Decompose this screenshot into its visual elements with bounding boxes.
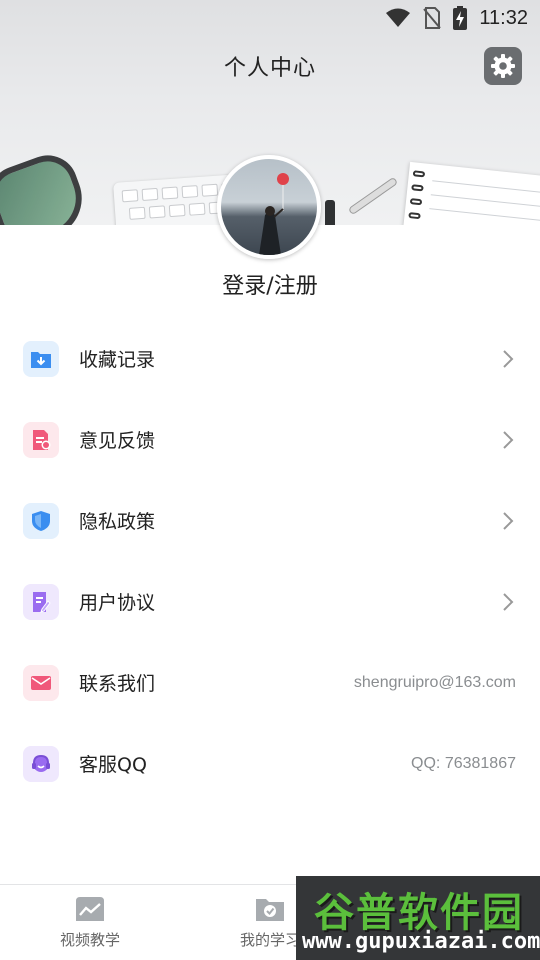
login-register-link[interactable]: 登录/注册	[0, 268, 540, 300]
pen-decoration	[325, 200, 335, 225]
glasses-decoration	[0, 147, 93, 225]
folder-check-icon	[256, 899, 284, 921]
menu-item-label: 意见反馈	[79, 430, 156, 452]
gear-icon	[491, 54, 515, 78]
chevron-right-icon	[503, 430, 514, 449]
menu-item-user-agreement[interactable]: 用户协议	[0, 561, 540, 642]
menu-item-label: 联系我们	[79, 673, 156, 695]
shield-icon	[23, 502, 59, 539]
agreement-document-icon	[23, 583, 59, 620]
tab-label: 视频教学	[59, 931, 120, 949]
contact-email-value: shengruipro@163.com	[353, 673, 516, 691]
headset-icon	[23, 745, 59, 782]
chart-icon	[76, 897, 104, 921]
feedback-document-icon	[23, 421, 59, 458]
mail-icon	[23, 664, 59, 701]
menu-list: 收藏记录 意见反馈 隐私政策 用户协议 联系我们 shengruipro@163…	[0, 318, 540, 804]
qq-number-value: QQ: 76381867	[411, 754, 516, 772]
no-sim-icon	[423, 7, 442, 29]
menu-item-label: 客服QQ	[79, 754, 147, 776]
chevron-right-icon	[503, 349, 514, 368]
menu-item-feedback[interactable]: 意见反馈	[0, 399, 540, 480]
settings-button[interactable]	[484, 47, 522, 85]
watermark-logo: 谷普软件园 www.gupuxiazai.com	[296, 876, 540, 960]
status-bar: 11:32	[0, 0, 540, 36]
page-title: 个人中心	[223, 56, 316, 81]
avatar-photo	[259, 173, 289, 255]
menu-item-label: 收藏记录	[79, 349, 156, 371]
pen-decoration-2	[347, 176, 399, 216]
favorites-folder-icon	[23, 340, 59, 377]
notebook-decoration	[400, 161, 540, 225]
watermark-url: www.gupuxiazai.com	[302, 929, 540, 954]
tab-video-tutorials[interactable]: 视频教学	[30, 895, 150, 950]
menu-item-label: 用户协议	[79, 592, 156, 614]
menu-item-label: 隐私政策	[79, 511, 156, 533]
menu-item-customer-service-qq[interactable]: 客服QQ QQ: 76381867	[0, 723, 540, 804]
battery-charging-icon	[453, 6, 468, 30]
avatar[interactable]	[217, 155, 321, 259]
menu-item-contact[interactable]: 联系我们 shengruipro@163.com	[0, 642, 540, 723]
menu-item-favorites[interactable]: 收藏记录	[0, 318, 540, 399]
chevron-right-icon	[503, 511, 514, 530]
chevron-right-icon	[503, 592, 514, 611]
wifi-icon	[386, 8, 411, 27]
menu-item-privacy[interactable]: 隐私政策	[0, 480, 540, 561]
status-time: 11:32	[479, 6, 528, 29]
